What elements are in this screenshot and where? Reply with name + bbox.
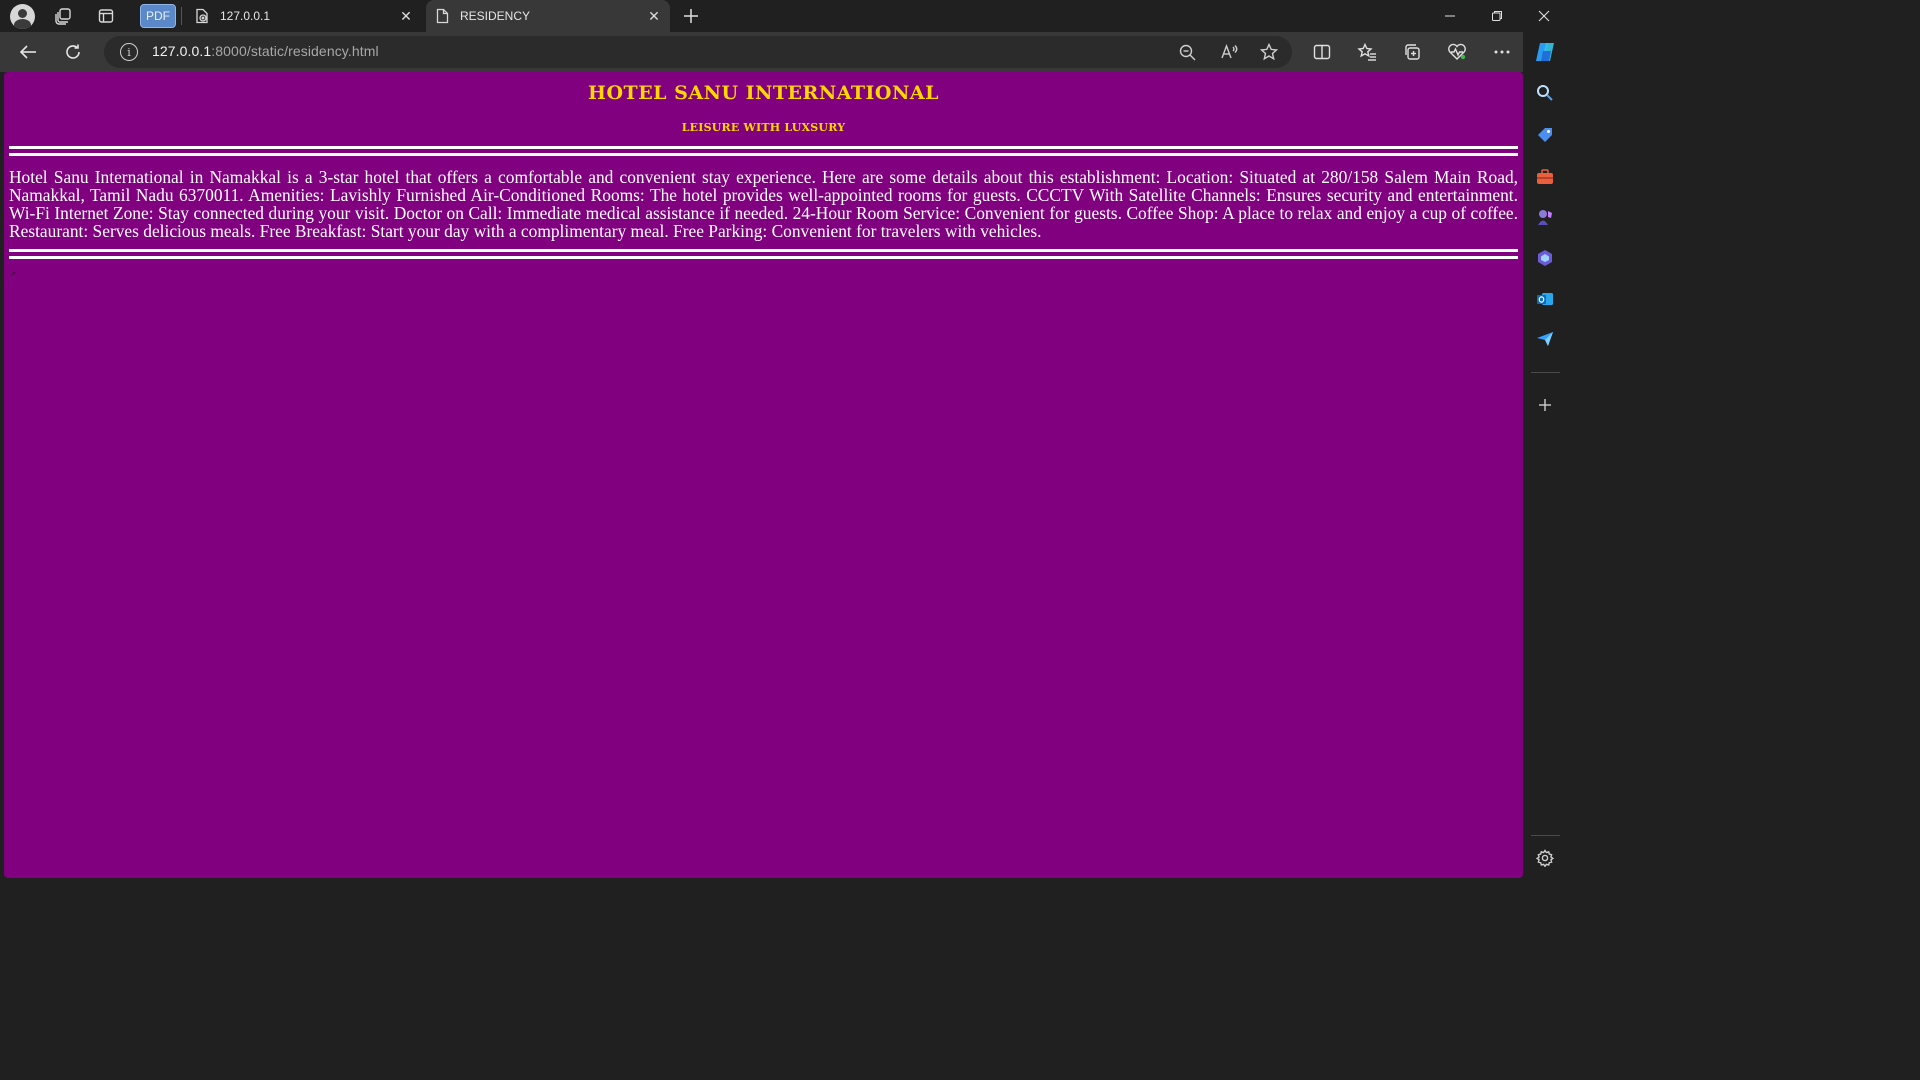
horizontal-rule — [9, 146, 1518, 149]
more-menu-icon[interactable] — [1489, 40, 1515, 64]
workspaces-icon[interactable] — [49, 4, 77, 28]
copilot-designer-icon[interactable] — [1534, 247, 1556, 269]
outlook-icon[interactable] — [1534, 288, 1556, 310]
close-window-icon[interactable] — [1521, 0, 1567, 32]
tab-divider — [181, 7, 182, 25]
new-tab-button[interactable] — [678, 4, 704, 28]
send-icon[interactable] — [1534, 328, 1556, 350]
favorites-list-icon[interactable] — [1354, 40, 1380, 64]
sidebar-divider — [1531, 835, 1560, 836]
tab-strip: PDF 127.0.0.1 ✕ RESIDENCY ✕ — [0, 0, 1568, 32]
horizontal-rule — [9, 153, 1518, 156]
pdf-tab-button[interactable]: PDF — [140, 4, 176, 28]
tab-title: RESIDENCY — [460, 9, 531, 23]
search-icon[interactable] — [1534, 82, 1556, 104]
stray-mark: > — [11, 269, 16, 278]
read-aloud-icon[interactable] — [1217, 42, 1241, 62]
hotel-description: Hotel Sanu International in Namakkal is … — [9, 167, 1518, 241]
close-tab-icon[interactable]: ✕ — [642, 4, 666, 28]
minimize-window-icon[interactable] — [1427, 0, 1473, 32]
address-bar[interactable]: i 127.0.0.1:8000/static/residency.html — [104, 36, 1292, 68]
restore-window-icon[interactable] — [1474, 0, 1520, 32]
collections-icon[interactable] — [1399, 40, 1425, 64]
web-page-content: HOTEL SANU INTERNATIONAL leisure with lu… — [4, 72, 1523, 878]
refresh-icon[interactable] — [58, 38, 88, 66]
tab-localhost[interactable]: 127.0.0.1 ✕ — [186, 0, 422, 32]
favorite-star-icon[interactable] — [1257, 42, 1281, 62]
close-tab-icon[interactable]: ✕ — [394, 4, 418, 28]
browser-toolbar: i 127.0.0.1:8000/static/residency.html — [0, 32, 1568, 72]
back-arrow-icon[interactable] — [13, 38, 43, 66]
browser-essentials-icon[interactable] — [1444, 40, 1470, 64]
page-title: HOTEL SANU INTERNATIONAL — [588, 82, 939, 104]
copilot-icon[interactable] — [1524, 38, 1568, 66]
shopping-tag-icon[interactable] — [1534, 124, 1556, 146]
url-path: :8000/static/residency.html — [211, 43, 379, 59]
horizontal-rule — [9, 256, 1518, 259]
zoom-out-icon[interactable] — [1175, 42, 1199, 62]
toolbox-icon[interactable] — [1534, 166, 1556, 188]
site-info-icon[interactable]: i — [120, 43, 138, 61]
games-icon[interactable] — [1534, 206, 1556, 228]
url-text[interactable]: 127.0.0.1:8000/static/residency.html — [152, 43, 379, 59]
vertical-tabs-icon[interactable] — [92, 4, 120, 28]
profile-avatar-icon[interactable] — [10, 4, 35, 29]
horizontal-rule — [9, 249, 1518, 252]
settings-icon[interactable] — [1534, 847, 1556, 869]
sidebar-divider — [1531, 372, 1560, 373]
tab-residency[interactable]: RESIDENCY ✕ — [426, 0, 670, 32]
split-screen-icon[interactable] — [1309, 40, 1335, 64]
page-favicon-icon — [194, 8, 210, 24]
page-document-icon — [434, 8, 450, 24]
tab-title: 127.0.0.1 — [220, 9, 271, 23]
edge-sidebar — [1523, 32, 1568, 882]
page-subtitle: leisure with luxsury — [681, 121, 846, 134]
url-host: 127.0.0.1 — [152, 43, 212, 59]
add-icon[interactable] — [1534, 394, 1556, 416]
